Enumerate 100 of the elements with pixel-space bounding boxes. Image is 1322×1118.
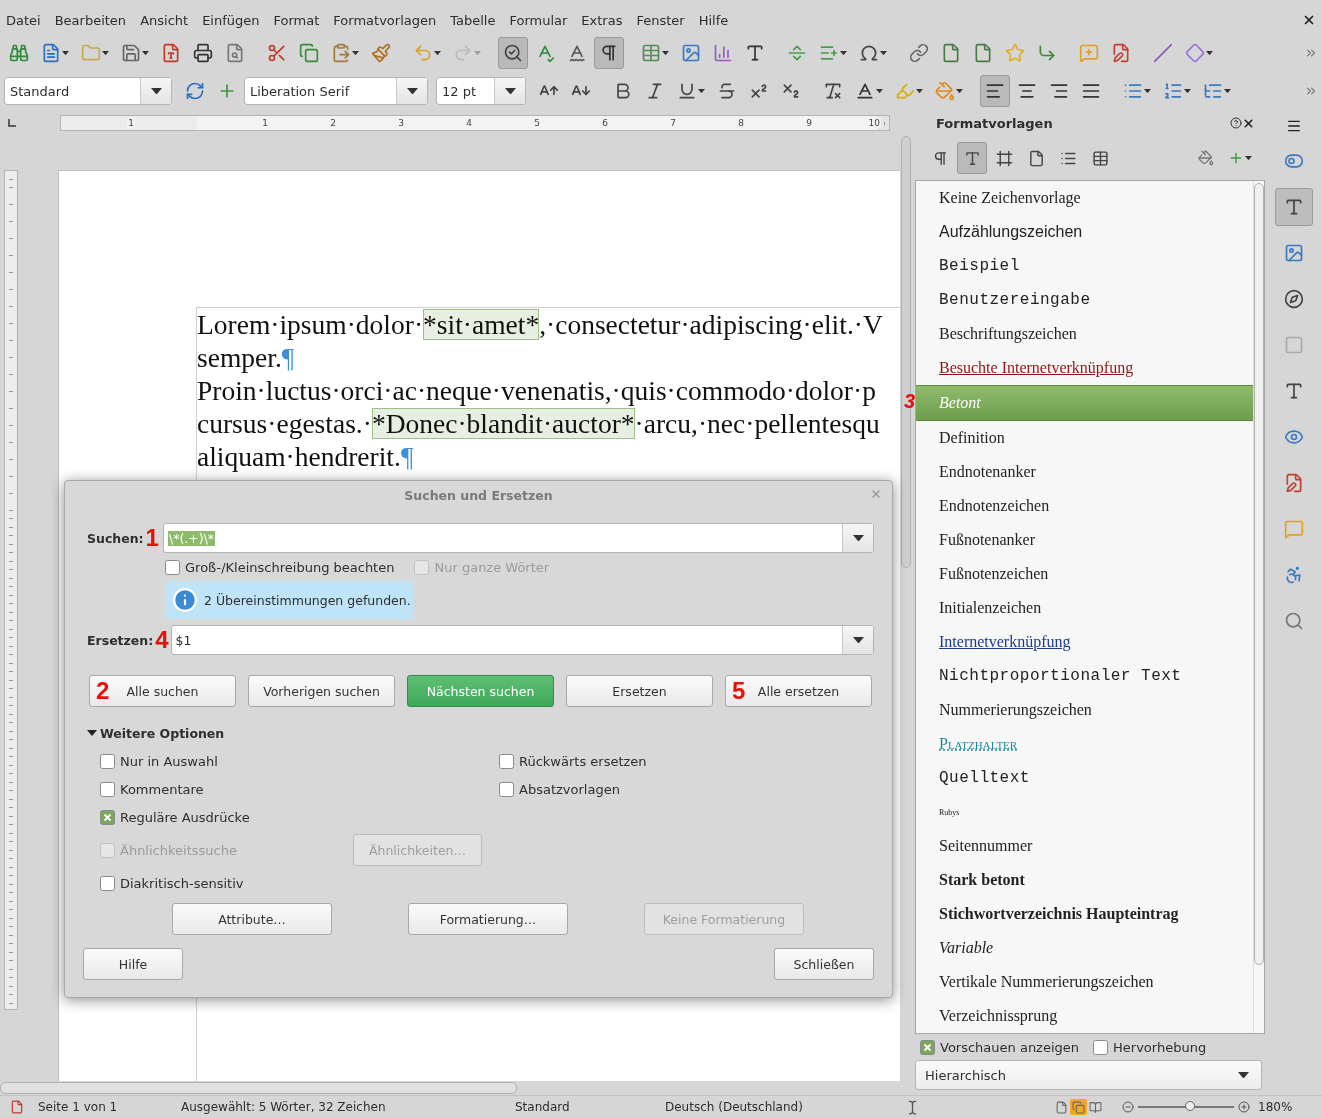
style-list-item[interactable]: Internetverknüpfung [916, 625, 1253, 659]
dialog-button[interactable]: Formatierung… [408, 903, 568, 935]
style-list-item[interactable]: Rubys [916, 795, 1253, 829]
caret-icon [916, 88, 923, 94]
close-icon[interactable] [1242, 116, 1255, 130]
help-button[interactable]: Hilfe [83, 948, 183, 980]
caret-icon [852, 534, 864, 542]
menu-item[interactable]: Format [273, 12, 327, 28]
checkbox[interactable] [165, 559, 180, 575]
menu-item[interactable]: Fenster [636, 12, 692, 28]
close-icon[interactable] [1302, 13, 1316, 27]
style-list-item[interactable]: Platzhalter [916, 727, 1253, 761]
style-list-item[interactable]: Nummerierungszeichen [916, 693, 1253, 727]
style-list-item[interactable]: Endnotenzeichen [916, 489, 1253, 523]
language[interactable]: Deutsch (Deutschland) [665, 1100, 905, 1114]
checkbox[interactable] [1093, 1039, 1109, 1055]
replace-field[interactable]: $1 [170, 625, 874, 655]
scrollbar-thumb[interactable] [0, 1082, 517, 1094]
caret-icon [852, 636, 864, 644]
style-list-item[interactable]: Keine Zeichenvorlage [916, 181, 1253, 215]
save-icon [121, 43, 141, 63]
menu-item[interactable]: Datei [6, 12, 48, 28]
page-break-icon [787, 43, 807, 63]
cross-reference-icon [1037, 43, 1057, 63]
more-icon[interactable] [1304, 84, 1318, 98]
style-list-item[interactable]: Benutzereingabe [916, 283, 1253, 317]
style-list-item[interactable]: Definition [916, 421, 1253, 455]
checkbox[interactable] [920, 1039, 935, 1055]
font-name-field[interactable]: Liberation Serif [244, 77, 428, 105]
style-list-item[interactable]: Initialenzeichen [916, 591, 1253, 625]
zoom-in-icon[interactable] [1238, 1101, 1250, 1113]
style-list-item[interactable]: Variable [916, 931, 1253, 965]
checkbox[interactable] [100, 781, 115, 797]
menu-icon[interactable] [1285, 118, 1302, 134]
annotation-number: 3 [904, 391, 916, 411]
menu-item[interactable]: Einfügen [202, 12, 267, 28]
style-list-item[interactable]: Beispiel [916, 249, 1253, 283]
dialog-button[interactable]: Ersetzen [566, 675, 713, 707]
multi-page-view-button[interactable] [1070, 1099, 1087, 1115]
style-list-item[interactable]: Stark betont [916, 863, 1253, 897]
zoom-out-icon[interactable] [1122, 1101, 1134, 1113]
align-left-button[interactable] [980, 75, 1010, 107]
caret-icon [1245, 155, 1252, 161]
menu-item[interactable]: Hilfe [698, 12, 736, 28]
character-styles-button[interactable] [957, 142, 987, 174]
style-list-item[interactable]: Beschriftungszeichen [916, 317, 1253, 351]
outline-list-icon [1203, 81, 1223, 101]
page-style[interactable]: Standard [515, 1100, 665, 1114]
ruler-number: 8 [737, 118, 745, 128]
checkbox[interactable] [100, 809, 115, 825]
menu-item[interactable]: Formatvorlagen [333, 12, 444, 28]
dialog-button[interactable]: Attribute… [172, 903, 332, 935]
vertical-ruler[interactable] [4, 170, 18, 1010]
expander[interactable]: Weitere Optionen [87, 725, 874, 741]
formatting-marks-button[interactable] [594, 37, 624, 69]
style-list-item[interactable]: Fußnotenanker [916, 523, 1253, 557]
table-icon [641, 43, 661, 63]
menu-item[interactable]: Ansicht [140, 12, 196, 28]
auto-spellcheck-button[interactable] [498, 37, 528, 69]
styles-button[interactable] [1274, 188, 1313, 226]
book-view-button[interactable] [1087, 1099, 1104, 1115]
checkbox[interactable] [100, 753, 115, 769]
style-list-item[interactable]: Aufzählungszeichen [916, 215, 1253, 249]
style-list-item[interactable]: Seitennummer [916, 829, 1253, 863]
annotation-number: 4 [155, 628, 169, 652]
scrollbar-thumb[interactable] [1254, 183, 1264, 965]
style-list-item[interactable]: Quelltext [916, 761, 1253, 795]
checkbox[interactable] [499, 781, 514, 797]
paragraph-style-field[interactable]: Standard [4, 77, 172, 105]
align-center-icon [1017, 81, 1037, 101]
style-list-item[interactable]: Fußnotenzeichen [916, 557, 1253, 591]
style-list-item[interactable]: Besuchte Internetverknüpfung [916, 351, 1253, 385]
menu-item[interactable]: Extras [581, 12, 630, 28]
font-size-field[interactable]: 12 pt [436, 77, 526, 105]
close-button[interactable]: Schließen [774, 948, 874, 980]
style-list-item[interactable]: Nichtproportionaler Text [916, 659, 1253, 693]
dialog-button[interactable]: Vorherigen suchen [248, 675, 395, 707]
tab-stop-icon[interactable] [8, 119, 16, 127]
horizontal-ruler[interactable]: 1 1 2 3 4 5 6 7 8 9 10 [60, 115, 890, 131]
menu-item[interactable]: Bearbeiten [54, 12, 134, 28]
menu-item[interactable]: Formular [509, 12, 575, 28]
style-list-item[interactable]: Stichwortverzeichnis Haupteintrag [916, 897, 1253, 931]
ruler-number: 3 [397, 118, 405, 128]
annotation-number: 2 [96, 679, 110, 703]
document-modified-icon[interactable] [10, 1100, 24, 1114]
more-icon[interactable] [1304, 46, 1318, 60]
filter-dropdown[interactable]: Hierarchisch [915, 1060, 1262, 1090]
style-list-item[interactable]: Endnotenanker [916, 455, 1253, 489]
paintbrush-icon [371, 43, 391, 63]
checkbox[interactable] [100, 875, 115, 891]
menu-item[interactable]: Tabelle [450, 12, 503, 28]
help-icon[interactable] [1230, 117, 1242, 129]
style-list-item[interactable]: Vertikale Nummerierungszeichen [916, 965, 1253, 999]
caret-icon [434, 50, 441, 56]
checkbox[interactable] [499, 753, 514, 769]
style-list-item[interactable]: Verzeichnissprung [916, 999, 1253, 1033]
caret-icon [406, 87, 418, 95]
document-text-line: semper.¶ [197, 341, 296, 374]
zoom-slider-thumb[interactable] [1184, 1101, 1195, 1111]
new-style-icon [1228, 150, 1244, 166]
